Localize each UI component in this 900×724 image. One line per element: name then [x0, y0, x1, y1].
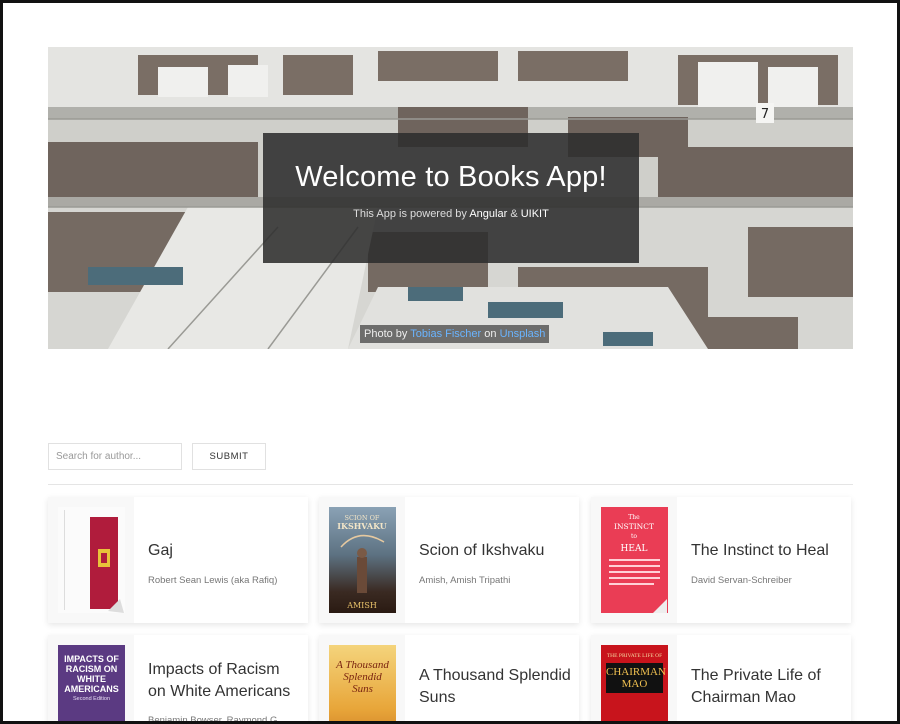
cover-text-main: CHAIRMAN MAO: [606, 663, 666, 693]
app-frame: 7 Welcome to Books App! This App is powe…: [0, 0, 900, 724]
book-card[interactable]: Gaj Robert Sean Lewis (aka Rafiq): [48, 497, 308, 623]
book-title: Gaj: [148, 542, 173, 559]
book-cover-racism: IMPACTS OF RACISM ON WHITE AMERICANS Sec…: [58, 645, 125, 721]
hero-tech-angular: Angular: [469, 208, 508, 220]
book-thumb: IMPACTS OF RACISM ON WHITE AMERICANS Sec…: [48, 635, 134, 721]
book-thumb: [48, 497, 134, 623]
book-thumb: SCION OF IKSHVAKU AMISH: [319, 497, 405, 623]
book-cover-thousand: A Thousand Splendid Suns: [329, 645, 396, 721]
book-title: Impacts of Racism on White Americans: [148, 661, 291, 700]
book-cover-gaj: [58, 507, 125, 613]
book-title: A Thousand Splendid Suns: [419, 667, 571, 706]
cover-text-mid: to: [631, 533, 637, 540]
book-cover-mao: THE PRIVATE LIFE OF CHAIRMAN MAO: [601, 645, 668, 721]
photo-credit: Photo by Tobias Fischer on Unsplash: [360, 325, 550, 343]
book-card[interactable]: SCION OF IKSHVAKU AMISH Scion of Ikshvak…: [319, 497, 579, 623]
author-search-input[interactable]: [48, 443, 182, 470]
cover-text-main2: HEAL: [621, 544, 648, 554]
book-cover-scion: SCION OF IKSHVAKU AMISH: [329, 507, 396, 613]
book-author: Robert Sean Lewis (aka Rafiq): [148, 575, 278, 586]
book-thumb: THE PRIVATE LIFE OF CHAIRMAN MAO: [591, 635, 677, 721]
book-author: Amish, Amish Tripathi: [419, 575, 511, 586]
hero-banner: 7 Welcome to Books App! This App is powe…: [48, 47, 853, 349]
book-thumb: A Thousand Splendid Suns: [319, 635, 405, 721]
cover-text-bottom: AMISH: [346, 601, 377, 610]
cover-text-main: IMPACTS OF RACISM ON WHITE AMERICANS: [64, 654, 119, 694]
book-card[interactable]: The INSTINCT to HEAL The Instinct to Hea…: [591, 497, 851, 623]
book-author: Benjamin Bowser, Raymond G.: [148, 715, 281, 724]
cover-text-top: The: [628, 514, 640, 521]
credit-site-link[interactable]: Unsplash: [500, 328, 546, 340]
floor-sign-number: 7: [761, 107, 769, 122]
cover-text-edition: Second Edition: [73, 696, 110, 702]
credit-prefix: Photo by: [364, 328, 411, 340]
book-card[interactable]: A Thousand Splendid Suns A Thousand Sple…: [319, 635, 579, 721]
cover-text-main: A Thousand Splendid Suns: [336, 659, 389, 695]
book-title: Scion of Ikshvaku: [419, 542, 545, 559]
book-thumb: The INSTINCT to HEAL: [591, 497, 677, 623]
submit-button[interactable]: SUBMIT: [192, 443, 266, 470]
book-title: The Private Life of Chairman Mao: [691, 667, 821, 706]
hero-subtitle-amp: &: [507, 208, 521, 220]
cover-text-main1: INSTINCT: [614, 522, 654, 531]
book-title: The Instinct to Heal: [691, 542, 829, 559]
hero-overlay: Welcome to Books App! This App is powere…: [263, 133, 639, 263]
hero-subtitle: This App is powered by Angular & UIKIT: [263, 208, 639, 220]
divider: [48, 484, 853, 485]
book-author: David Servan-Schreiber: [691, 575, 792, 586]
hero-subtitle-prefix: This App is powered by: [353, 208, 470, 220]
credit-author-link[interactable]: Tobias Fischer: [410, 328, 481, 340]
hero-tech-uikit: UIKIT: [520, 208, 549, 220]
cover-text-main: IKSHVAKU: [337, 521, 386, 531]
hero-title: Welcome to Books App!: [295, 161, 607, 193]
book-card[interactable]: IMPACTS OF RACISM ON WHITE AMERICANS Sec…: [48, 635, 308, 724]
cover-text-top: THE PRIVATE LIFE OF: [606, 653, 663, 659]
credit-mid: on: [481, 328, 500, 340]
book-cover-instinct: The INSTINCT to HEAL: [601, 507, 668, 613]
book-card[interactable]: THE PRIVATE LIFE OF CHAIRMAN MAO The Pri…: [591, 635, 851, 721]
